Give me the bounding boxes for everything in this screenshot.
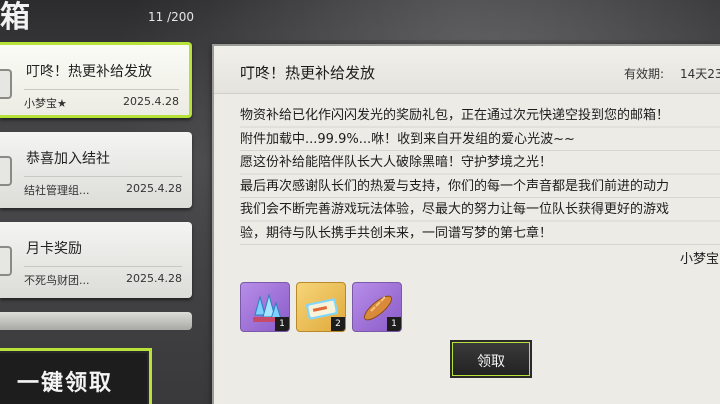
reward-item[interactable]: 2: [296, 282, 346, 332]
reward-quantity: 1: [275, 317, 289, 331]
collect-all-button[interactable]: 一键领取: [0, 348, 152, 404]
mail-detail-panel: 叮咚！热更补给发放 有效期: 14天23小 物资补给已化作闪闪发光的奖励礼包，正…: [212, 44, 720, 404]
claim-button-label: 领取: [477, 354, 505, 370]
mail-date: 2025.4.28: [126, 182, 182, 195]
background-highlight: [200, 0, 720, 40]
mail-date: 2025.4.28: [123, 95, 179, 108]
mail-body-line: 我们会不断完善游戏玩法体验，尽最大的努力让每一位队长获得更好的游戏: [240, 202, 670, 217]
mail-body-line: 愿这份补给能陪伴队长大人破除黑暗！守护梦境之光！: [240, 155, 553, 170]
mail-body-line: 最后再次感谢队长们的热爱与支持，你们的每一个声音都是我们前进的动力: [240, 178, 670, 194]
mail-signature: 小梦宝: [680, 252, 720, 267]
mail-detail-title: 叮咚！热更补给发放: [240, 64, 376, 82]
mail-body-line: 物资补给已化作闪闪发光的奖励礼包，正在通过次元快递空投到您的邮箱！: [240, 108, 670, 123]
mail-body-line: 验，期待与队长携手共创未来，一同谱写梦的第七章！: [240, 225, 553, 241]
envelope-tab-icon: [0, 156, 12, 186]
mail-title: 月卡奖励: [26, 241, 82, 257]
reward-item[interactable]: 1: [352, 282, 402, 332]
reward-quantity: 2: [331, 317, 345, 331]
mail-count: 11 /200: [148, 10, 195, 24]
mail-title: 叮咚！热更补给发放: [26, 64, 152, 80]
validity-value: 14天23小: [680, 67, 720, 81]
mail-sender: 小梦宝★: [24, 97, 67, 110]
validity-label: 有效期:: [624, 67, 665, 81]
mail-body-line: 附件加载中...99.9%...咻！收到来自开发组的爱心光波~~: [240, 131, 575, 147]
claim-button[interactable]: 领取: [452, 342, 530, 376]
mail-item-hotfix[interactable]: 叮咚！热更补给发放 小梦宝★ 2025.4.28: [0, 42, 192, 118]
divider: [24, 266, 182, 267]
reward-quantity: 1: [387, 317, 401, 331]
mail-body: 物资补给已化作闪闪发光的奖励礼包，正在通过次元快递空投到您的邮箱！ 附件加载中.…: [240, 104, 720, 245]
mail-item-monthly-card[interactable]: 月卡奖励 不死鸟财团... 2025.4.28: [0, 222, 192, 298]
mail-date: 2025.4.28: [126, 272, 182, 285]
mail-title: 恭喜加入结社: [26, 151, 110, 167]
divider: [24, 89, 179, 90]
collect-all-label: 一键领取: [17, 371, 114, 396]
envelope-tab-icon: [0, 69, 12, 99]
page-title: 箱: [0, 0, 32, 35]
divider: [24, 176, 182, 177]
mail-item-partial[interactable]: [0, 312, 192, 330]
mail-sender: 结社管理组...: [24, 184, 90, 197]
mail-sender: 不死鸟财团...: [24, 274, 90, 287]
envelope-tab-icon: [0, 246, 12, 276]
mail-item-guild[interactable]: 恭喜加入结社 结社管理组... 2025.4.28: [0, 132, 192, 208]
mail-detail-header: 叮咚！热更补给发放 有效期: 14天23小: [214, 46, 720, 94]
reward-item[interactable]: 1: [240, 282, 290, 332]
